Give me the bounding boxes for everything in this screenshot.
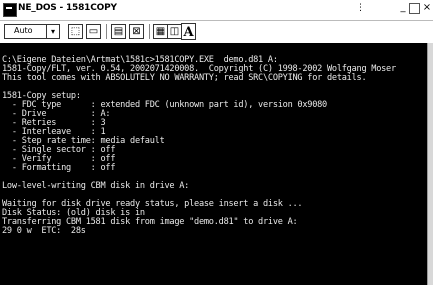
mark-icon[interactable]: ⬚ bbox=[68, 24, 83, 39]
console-output[interactable]: C:\Eigene Dateien\Artmat\1581c>1581COPY.… bbox=[0, 43, 427, 285]
console-text: C:\Eigene Dateien\Artmat\1581c>1581COPY.… bbox=[2, 47, 396, 236]
fullscreen-icon[interactable]: ⊠ bbox=[129, 24, 144, 39]
console-line: This tool comes with ABSOLUTELY NO WARRA… bbox=[2, 73, 367, 83]
console-line: Low-level-writing CBM disk in drive A: bbox=[2, 181, 190, 191]
font-size-select[interactable]: Auto ▾ bbox=[4, 24, 60, 39]
resize-grip-icon: ⋮ bbox=[356, 3, 365, 13]
copy-icon[interactable]: ▭ bbox=[86, 24, 101, 39]
paste-icon[interactable]: ▤ bbox=[111, 24, 126, 39]
font-button[interactable]: A bbox=[181, 23, 196, 40]
background-icon[interactable]: ◫ bbox=[167, 24, 182, 39]
properties-icon[interactable]: ▦ bbox=[153, 24, 168, 39]
maximize-button[interactable] bbox=[409, 3, 420, 14]
console-line: - Formatting : off bbox=[2, 163, 116, 173]
toolbar-separator bbox=[149, 24, 150, 39]
minimize-button[interactable]: _ bbox=[397, 2, 409, 15]
toolbar-separator bbox=[106, 24, 107, 39]
title-bar[interactable]: NE_DOS - 1581COPY ⋮ _ × bbox=[0, 0, 433, 19]
toolbar: Auto ▾ ⬚ ▭ ▤ ⊠ ▦ ◫ A bbox=[0, 20, 433, 44]
console-line: 29 0 w ETC: 28s bbox=[2, 226, 86, 236]
font-size-value: Auto bbox=[14, 26, 33, 35]
console-app-icon[interactable] bbox=[3, 3, 17, 17]
window-title: NE_DOS - 1581COPY bbox=[18, 3, 117, 13]
chevron-down-icon[interactable]: ▾ bbox=[46, 25, 59, 38]
vertical-scrollbar[interactable] bbox=[427, 43, 433, 285]
close-button[interactable]: × bbox=[421, 2, 433, 15]
